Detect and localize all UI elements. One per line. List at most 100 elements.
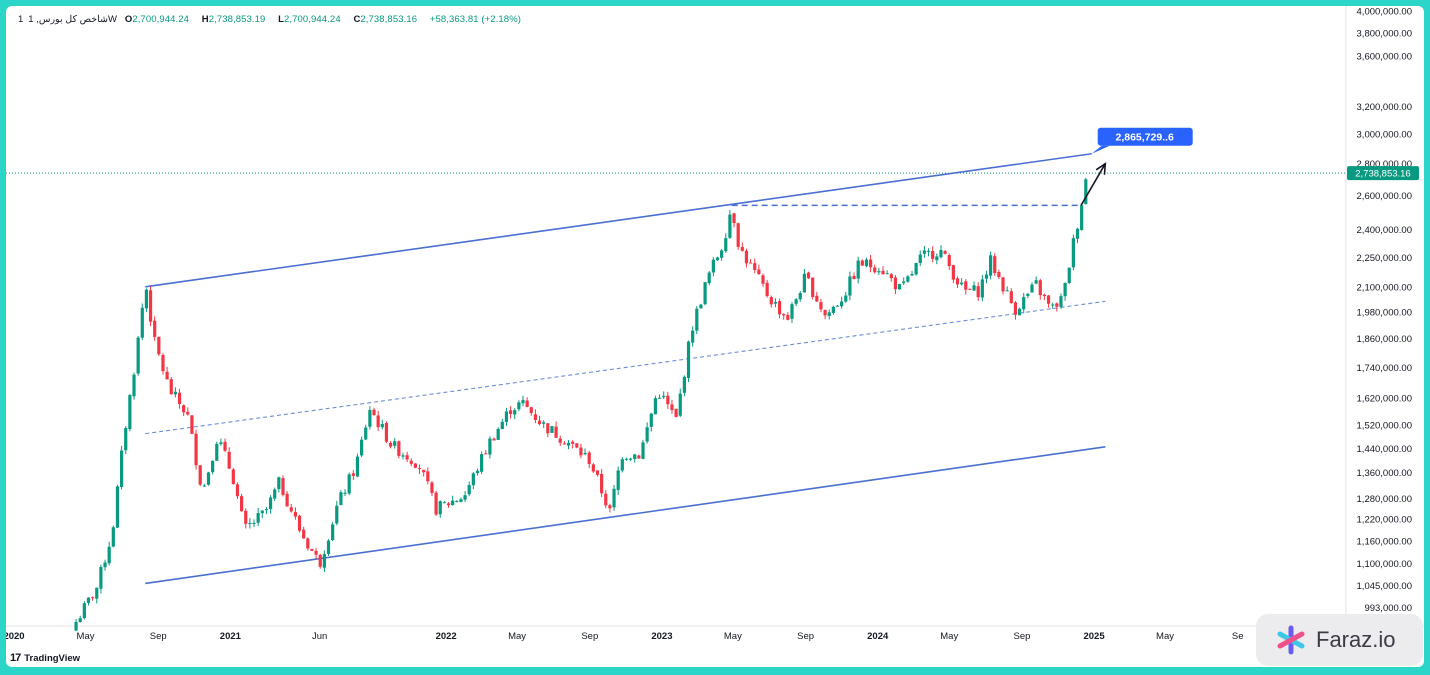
candle-body	[736, 223, 740, 247]
candle-body	[376, 415, 380, 428]
candle-body	[496, 428, 500, 440]
tradingview-label: TradingView	[24, 652, 81, 664]
y-tick-label: 1,860,000.00	[1357, 334, 1412, 345]
candle-body	[198, 465, 202, 485]
candle-body	[910, 274, 914, 276]
candle-body	[380, 424, 384, 428]
close-value: 2,738,853.16	[360, 14, 418, 25]
candle-body	[206, 472, 211, 485]
candle-body	[264, 509, 269, 511]
candle-body	[840, 301, 844, 307]
candle-body	[624, 458, 629, 460]
high-label: H	[201, 14, 209, 25]
candle-body	[446, 503, 451, 506]
candle-body	[1022, 297, 1026, 310]
candle-body	[297, 515, 302, 531]
candle-body	[306, 538, 310, 549]
candle-body	[119, 450, 124, 488]
candle-body	[931, 251, 935, 259]
x-tick-label: May	[77, 631, 95, 642]
change-value: +58,363.81 (+2.18%)	[429, 14, 522, 25]
x-tick-label: Sep	[1013, 631, 1030, 642]
candle-body	[169, 379, 173, 395]
candle-body	[78, 618, 82, 623]
candle-body	[107, 546, 111, 564]
candle-body	[194, 433, 198, 466]
candle-body	[703, 282, 707, 305]
candle-body	[645, 427, 649, 442]
x-tick-label: Se	[1232, 631, 1244, 642]
candle-body	[1071, 238, 1075, 268]
candle-body	[802, 273, 806, 293]
candle-body	[136, 337, 140, 374]
candle-body	[587, 452, 591, 465]
candle-body	[575, 443, 579, 448]
candle-body	[711, 259, 715, 273]
candle-body	[869, 259, 873, 268]
candle-body	[285, 493, 289, 507]
target-label-pointer	[1091, 145, 1110, 154]
candle-body	[641, 442, 645, 459]
x-tick-label: 2020	[6, 631, 25, 642]
candle-body	[459, 499, 463, 502]
candle-body	[823, 309, 827, 316]
tradingview-logo[interactable]: 17 TradingView	[10, 652, 80, 664]
candle-body	[980, 279, 984, 298]
candle-body	[235, 484, 240, 497]
candle-body	[438, 501, 442, 515]
candle-body	[844, 295, 848, 302]
candle-body	[699, 304, 703, 309]
candle-body	[616, 470, 620, 490]
candle-body	[500, 421, 504, 430]
candle-body	[724, 238, 728, 252]
candle-body	[769, 297, 773, 305]
candle-body	[355, 456, 360, 477]
candle-body	[161, 355, 165, 372]
candle-body	[1017, 308, 1022, 316]
candle-body	[666, 395, 670, 405]
candle-body	[455, 500, 459, 502]
candle-body	[302, 529, 306, 539]
price-chart[interactable]: 993,000.00 1,045,000.00 1,100,000.00 1,160,…	[6, 6, 1424, 667]
candle-body	[757, 269, 761, 275]
candle-body	[525, 400, 529, 407]
candle-body	[864, 259, 869, 267]
candle-body	[546, 423, 550, 434]
candle-body	[918, 254, 922, 264]
candle-body	[314, 550, 318, 555]
candle-body	[989, 255, 993, 276]
candle-body	[128, 395, 132, 430]
tradingview-icon: 17	[10, 652, 21, 664]
candle-body	[678, 393, 682, 416]
y-tick-label: 1,045,000.00	[1357, 581, 1412, 592]
candle-body	[202, 485, 206, 487]
candle-body	[413, 463, 418, 468]
candle-body	[877, 271, 881, 273]
candle-body	[277, 477, 281, 490]
candle-body	[82, 603, 86, 619]
candle-body	[103, 562, 107, 568]
candle-body	[1063, 283, 1067, 297]
candle-body	[529, 407, 533, 414]
candle-body	[1030, 284, 1034, 293]
candle-body	[268, 497, 273, 510]
candle-body	[293, 511, 297, 517]
candle-body	[993, 256, 997, 274]
candle-body	[165, 371, 169, 380]
candle-body	[831, 306, 835, 313]
candle-body	[256, 513, 260, 523]
candles-group	[74, 177, 1088, 632]
y-tick-label: 1,520,000.00	[1357, 421, 1412, 432]
candle-body	[1059, 296, 1063, 307]
candle-body	[707, 272, 711, 284]
y-tick-label: 1,160,000.00	[1357, 536, 1412, 547]
candle-body	[521, 400, 525, 404]
candle-body	[997, 272, 1001, 278]
candle-body	[542, 422, 546, 424]
y-tick-label: 1,360,000.00	[1357, 468, 1412, 479]
candle-body	[148, 290, 153, 322]
x-tick-label: 2023	[651, 631, 672, 642]
candle-body	[806, 272, 811, 279]
candle-body	[960, 282, 964, 285]
candle-body	[231, 469, 235, 485]
